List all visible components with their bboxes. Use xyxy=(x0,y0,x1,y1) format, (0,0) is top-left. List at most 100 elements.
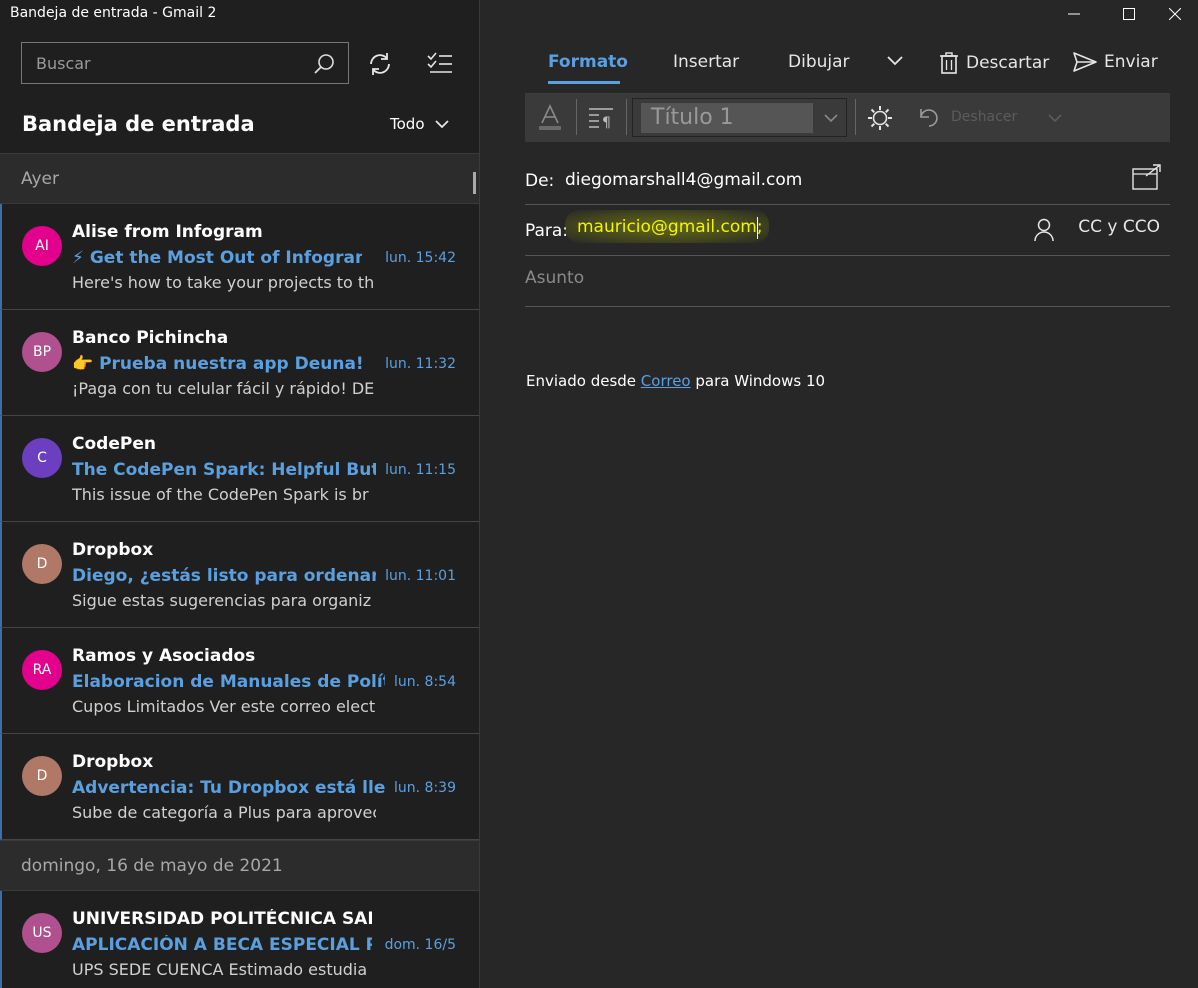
tab-formato[interactable]: Formato xyxy=(548,52,628,72)
search-box[interactable] xyxy=(21,42,349,84)
search-input[interactable] xyxy=(22,43,302,83)
format-toolbar: ¶ Título 1 Deshacer xyxy=(525,93,1170,142)
message-time: dom. 16/5 xyxy=(384,937,456,953)
message-item[interactable]: AI Alise from Infogram ⚡ Get the Most Ou… xyxy=(0,204,479,310)
ribbon-expand-button[interactable] xyxy=(887,56,903,66)
signature-link[interactable]: Correo xyxy=(641,372,691,390)
message-preview: Cupos Limitados Ver este correo elect xyxy=(72,697,376,716)
contact-picker-icon[interactable] xyxy=(1033,218,1055,242)
signature-prefix: Enviado desde xyxy=(526,372,637,390)
message-list-pane: Bandeja de entrada - Gmail 2 Bandeja de … xyxy=(0,0,480,988)
window-title: Bandeja de entrada - Gmail 2 xyxy=(10,5,217,21)
filter-dropdown[interactable]: Todo xyxy=(390,115,449,133)
discard-button[interactable]: Descartar xyxy=(939,52,1049,74)
settings-icon[interactable] xyxy=(867,105,893,131)
avatar: RA xyxy=(22,650,62,690)
cc-bcc-button[interactable]: CC y CCO xyxy=(1078,217,1160,237)
message-sender: Alise from Infogram xyxy=(72,222,263,242)
chevron-down-icon xyxy=(824,114,838,123)
message-item[interactable]: US UNIVERSIDAD POLITÉCNICA SALES APLICAC… xyxy=(0,891,479,988)
close-icon xyxy=(1169,8,1181,20)
folder-title: Bandeja de entrada xyxy=(22,112,255,136)
message-preview: UPS SEDE CUENCA Estimado estudia xyxy=(72,960,368,979)
message-time: lun. 15:42 xyxy=(385,250,456,266)
message-subject: Diego, ¿estás listo para ordenar tu v xyxy=(72,566,376,586)
message-preview: ¡Paga con tu celular fácil y rápido! DE xyxy=(72,379,375,398)
from-label: De: xyxy=(525,171,555,191)
pop-out-icon[interactable] xyxy=(1132,164,1162,190)
signature: Enviado desde Correo para Windows 10 xyxy=(526,372,825,390)
message-subject: Elaboracion de Manuales de Políticas xyxy=(72,672,385,692)
date-group-header: Ayer xyxy=(0,153,479,204)
undo-label: Deshacer xyxy=(951,109,1018,125)
chevron-down-icon[interactable] xyxy=(1048,114,1062,123)
date-group-header: domingo, 16 de mayo de 2021 xyxy=(0,840,479,891)
search-icon[interactable] xyxy=(312,52,336,76)
to-label: Para: xyxy=(525,221,569,241)
from-row: De: diegomarshall4@gmail.com xyxy=(525,154,1170,205)
minimize-button[interactable] xyxy=(1051,0,1097,28)
message-sender: Banco Pichincha xyxy=(72,328,229,348)
message-item[interactable]: D Dropbox Advertencia: Tu Dropbox está l… xyxy=(0,734,479,840)
scrollbar-thumb[interactable] xyxy=(473,172,476,194)
font-color-icon[interactable] xyxy=(537,103,563,131)
maximize-icon xyxy=(1123,8,1135,20)
message-item[interactable]: BP Banco Pichincha 👉 Prueba nuestra app … xyxy=(0,310,479,416)
signature-suffix: para Windows 10 xyxy=(695,372,826,390)
subject-row[interactable]: Asunto xyxy=(525,256,1170,307)
from-address[interactable]: diegomarshall4@gmail.com xyxy=(565,170,802,190)
message-time: lun. 8:54 xyxy=(394,674,456,690)
toolbar-divider xyxy=(626,99,627,135)
maximize-button[interactable] xyxy=(1106,0,1152,28)
avatar: D xyxy=(22,544,62,584)
discard-label: Descartar xyxy=(966,53,1050,73)
tab-insertar[interactable]: Insertar xyxy=(673,52,739,72)
message-item[interactable]: RA Ramos y Asociados Elaboracion de Manu… xyxy=(0,628,479,734)
paragraph-style-select[interactable]: Título 1 xyxy=(632,98,847,137)
undo-icon[interactable] xyxy=(917,105,943,129)
message-sender: Dropbox xyxy=(72,540,154,560)
send-icon xyxy=(1073,52,1097,72)
message-time: lun. 8:39 xyxy=(394,780,456,796)
avatar: US xyxy=(22,913,62,953)
paragraph-format-icon[interactable]: ¶ xyxy=(587,106,615,130)
message-preview: Here's how to take your projects to th xyxy=(72,273,375,292)
message-sender: Dropbox xyxy=(72,752,154,772)
close-window-button[interactable] xyxy=(1152,0,1198,28)
chevron-down-icon xyxy=(434,120,449,129)
recipient-chip[interactable]: mauricio@gmail.com; xyxy=(571,216,769,238)
trash-icon xyxy=(940,52,958,74)
message-preview: Sigue estas sugerencias para organiz xyxy=(72,591,372,610)
style-value: Título 1 xyxy=(641,103,813,133)
message-sender: UNIVERSIDAD POLITÉCNICA SALES xyxy=(72,909,372,929)
toolbar-divider xyxy=(855,99,856,135)
message-sender: CodePen xyxy=(72,434,156,454)
message-preview: Sube de categoría a Plus para aprovec xyxy=(72,803,376,822)
subject-input[interactable]: Asunto xyxy=(525,268,584,288)
send-button[interactable]: Enviar xyxy=(1073,52,1158,72)
chevron-down-icon xyxy=(887,56,903,66)
tab-dibujar[interactable]: Dibujar xyxy=(788,52,850,72)
message-list: Ayer AI Alise from Infogram ⚡ Get the Mo… xyxy=(0,153,479,988)
minimize-icon xyxy=(1068,13,1080,15)
send-label: Enviar xyxy=(1104,52,1158,72)
message-preview: This issue of the CodePen Spark is br xyxy=(72,485,369,504)
text-cursor xyxy=(757,217,758,239)
svg-text:¶: ¶ xyxy=(602,115,611,130)
sync-icon[interactable] xyxy=(366,50,394,78)
message-subject: ⚡ Get the Most Out of Infogram xyxy=(72,248,362,268)
avatar: AI xyxy=(22,226,62,266)
message-time: lun. 11:32 xyxy=(385,356,456,372)
message-item[interactable]: C CodePen The CodePen Spark: Helpful But… xyxy=(0,416,479,522)
selection-mode-icon[interactable] xyxy=(426,50,454,78)
message-sender: Ramos y Asociados xyxy=(72,646,256,666)
avatar: C xyxy=(22,438,62,478)
message-subject: Advertencia: Tu Dropbox está lleno xyxy=(72,778,385,798)
message-subject: 👉 Prueba nuestra app Deuna! xyxy=(72,354,362,374)
compose-pane: Formato Insertar Dibujar Descartar Envia… xyxy=(481,0,1198,988)
avatar: D xyxy=(22,756,62,796)
active-tab-indicator xyxy=(548,81,620,84)
message-item[interactable]: D Dropbox Diego, ¿estás listo para orden… xyxy=(0,522,479,628)
message-subject: The CodePen Spark: Helpful Buttons xyxy=(72,460,376,480)
filter-label: Todo xyxy=(390,115,425,133)
